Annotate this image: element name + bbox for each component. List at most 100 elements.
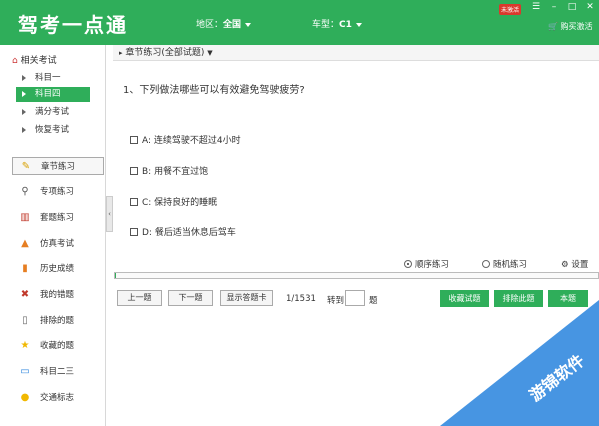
caret-right-icon	[22, 91, 26, 97]
checkbox[interactable]	[130, 198, 138, 206]
menu-icon[interactable]: ☰	[530, 2, 542, 13]
prev-question-button[interactable]: 上一题	[117, 290, 162, 306]
nav-label: 套题练习	[40, 213, 75, 223]
search-icon: ⚲	[21, 186, 29, 197]
cap-icon: ▲	[21, 238, 29, 249]
goto-label: 转到	[327, 296, 345, 306]
nav-label: 收藏的题	[40, 341, 75, 351]
radio-button[interactable]	[482, 260, 490, 268]
nav-traffic-signs[interactable]: ● 交通标志	[12, 389, 104, 407]
checkbox[interactable]	[130, 167, 138, 175]
cartype-label: 车型：	[312, 20, 340, 30]
nav-special-practice[interactable]: ⚲ 专项练习	[12, 183, 104, 201]
bar-chart-icon: ▮	[22, 263, 28, 274]
warning-icon: ●	[20, 392, 30, 403]
nav-label: 章节练习	[41, 162, 76, 172]
progress-bar[interactable]	[114, 272, 599, 279]
question-text: 1、下列做法哪些可以有效避免驾驶疲劳?	[123, 85, 305, 96]
buy-activate-button[interactable]: 🛒 购买激活	[548, 21, 593, 32]
pencil-icon: ✎	[21, 161, 31, 172]
mode-label: 顺序练习	[415, 260, 450, 270]
region-label: 地区：	[196, 20, 224, 30]
nav-excluded[interactable]: ▯ 排除的题	[12, 312, 104, 330]
tree-item-kemu1[interactable]: 科目一	[16, 71, 90, 86]
region-selector[interactable]: 地区：全国	[196, 17, 252, 30]
nav-label: 排除的题	[40, 316, 75, 326]
books-icon: ▥	[20, 212, 30, 223]
cartype-value: C1	[339, 20, 352, 30]
cart-icon: 🛒	[548, 22, 558, 31]
radio-button[interactable]	[404, 260, 412, 268]
option-b[interactable]: B: 用餐不宜过饱	[130, 164, 208, 177]
checkbox[interactable]	[130, 228, 138, 236]
mode-label: 随机练习	[493, 260, 528, 270]
checkbox[interactable]	[130, 136, 138, 144]
main-panel: ▸ 章节练习(全部试题) ▼ 1、下列做法哪些可以有效避免驾驶疲劳? A: 连续…	[113, 45, 599, 426]
tree-item-full-score[interactable]: 满分考试	[16, 105, 90, 120]
nav-mock-exam[interactable]: ▲ 仿真考试	[12, 235, 104, 253]
cross-icon: ✖	[20, 289, 30, 300]
region-value: 全国	[223, 20, 242, 30]
option-label: C: 保持良好的睡眠	[142, 198, 218, 208]
nav-label: 我的错题	[40, 290, 75, 300]
tree-item-label: 满分考试	[35, 107, 70, 117]
nav-kemu23[interactable]: ▭ 科目二三	[12, 363, 104, 381]
option-c[interactable]: C: 保持良好的睡眠	[130, 195, 217, 208]
chevron-down-icon	[245, 22, 252, 27]
option-label: D: 餐后适当休息后驾车	[142, 228, 236, 238]
tree-item-label: 科目四	[35, 89, 61, 99]
goto-input[interactable]	[345, 290, 365, 306]
tree-item-resume[interactable]: 恢复考试	[16, 123, 90, 138]
option-a[interactable]: A: 连续驾驶不超过4小时	[130, 133, 241, 146]
settings-button[interactable]: ⚙ 设置	[561, 258, 588, 270]
more-button[interactable]: 本题	[548, 290, 588, 307]
mode-random[interactable]: 随机练习	[482, 258, 527, 270]
caret-right-icon	[22, 127, 26, 133]
title-bar: 驾考一点通 地区：全国 车型：C1 未激活 ☰ – □ ✕ 🛒 购买激活	[0, 0, 599, 45]
next-question-button[interactable]: 下一题	[168, 290, 213, 306]
nav-label: 专项练习	[40, 187, 75, 197]
unactivated-badge[interactable]: 未激活	[499, 4, 522, 15]
minimize-icon[interactable]: –	[548, 2, 560, 13]
mode-sequential[interactable]: 顺序练习	[404, 258, 449, 270]
nav-set-practice[interactable]: ▥ 套题练习	[12, 209, 104, 227]
option-label: A: 连续驾驶不超过4小时	[142, 136, 241, 146]
star-icon: ★	[20, 340, 30, 351]
buy-label: 购买激活	[560, 22, 593, 31]
cartype-selector[interactable]: 车型：C1	[312, 17, 362, 30]
caret-right-icon	[22, 109, 26, 115]
progress-fill	[115, 273, 117, 278]
tree-item-label: 恢复考试	[35, 125, 70, 135]
tree-item-label: 科目一	[35, 73, 61, 83]
gear-icon: ⚙	[561, 260, 569, 270]
tree-header[interactable]: ⌂ 相关考试	[12, 53, 57, 66]
option-d[interactable]: D: 餐后适当休息后驾车	[130, 225, 236, 238]
answer-card-button[interactable]: 显示答题卡	[220, 290, 273, 306]
nav-favorites[interactable]: ★ 收藏的题	[12, 337, 104, 355]
favorite-question-button[interactable]: 收藏试题	[440, 290, 489, 307]
trash-icon: ▯	[22, 315, 28, 326]
phone-icon: ▭	[20, 366, 30, 377]
nav-label: 科目二三	[40, 367, 75, 377]
caret-right-icon	[22, 75, 26, 81]
breadcrumb[interactable]: ▸ 章节练习(全部试题) ▼	[113, 45, 599, 61]
tree-item-kemu4[interactable]: 科目四	[16, 87, 90, 102]
chevron-down-icon: ▼	[207, 49, 213, 57]
chevron-down-icon	[355, 22, 362, 27]
tree-title: 相关考试	[20, 56, 57, 66]
nav-history-scores[interactable]: ▮ 历史成绩	[12, 260, 104, 278]
question-counter: 1/1531	[286, 294, 316, 304]
caret-right-icon: ▸	[119, 49, 123, 57]
exclude-question-button[interactable]: 排除此题	[494, 290, 543, 307]
app-title: 驾考一点通	[18, 13, 128, 37]
nav-my-mistakes[interactable]: ✖ 我的错题	[12, 286, 104, 304]
close-icon[interactable]: ✕	[584, 2, 596, 13]
sidebar-collapse-handle[interactable]: ‹	[106, 196, 113, 232]
nav-label: 交通标志	[40, 393, 75, 403]
nav-label: 仿真考试	[40, 239, 75, 249]
sidebar: ⌂ 相关考试 科目一 科目四 满分考试 恢复考试 ✎ 章节练习 ⚲ 专项练习 ▥…	[0, 45, 106, 426]
maximize-icon[interactable]: □	[566, 2, 578, 13]
settings-label: 设置	[571, 260, 589, 270]
nav-chapter-practice[interactable]: ✎ 章节练习	[12, 157, 104, 175]
home-icon: ⌂	[12, 56, 18, 66]
